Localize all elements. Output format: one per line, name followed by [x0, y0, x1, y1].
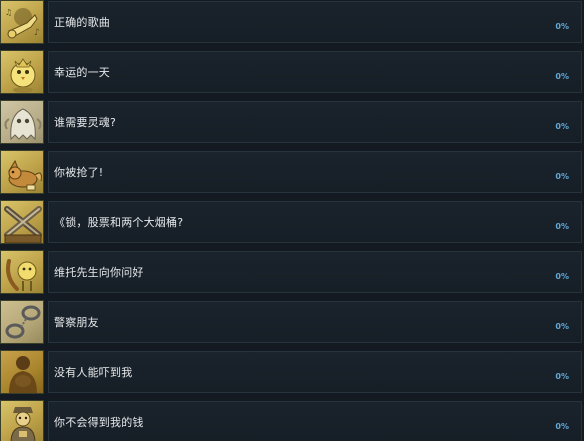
fox-icon	[0, 150, 44, 194]
achievement-title: 《锁，股票和两个大烟桶?	[54, 216, 184, 229]
unlock-percent: 0%	[555, 72, 569, 81]
achievement-row[interactable]: 你不会得到我的钱 0%	[0, 400, 582, 441]
achievement-panel: 警察朋友 0%	[48, 301, 582, 343]
unlock-percent: 0%	[555, 122, 569, 131]
achievement-panel: 你不会得到我的钱 0%	[48, 401, 582, 441]
achievement-title: 正确的歌曲	[54, 16, 110, 29]
unlock-percent: 0%	[555, 222, 569, 231]
achievement-list: ♪ ♫ 正确的歌曲 0% 幸运的一天 0% 谁需要灵魂? 0% 你被抢了! 0%…	[0, 0, 584, 441]
achievement-title: 幸运的一天	[54, 66, 110, 79]
svg-text:♫: ♫	[5, 8, 12, 17]
crossed-guns-icon	[0, 200, 44, 244]
svg-text:♪: ♪	[34, 28, 40, 38]
achievement-panel: 正确的歌曲 0%	[48, 1, 582, 43]
achievement-panel: 你被抢了! 0%	[48, 151, 582, 193]
handcuffs-icon	[0, 300, 44, 344]
achievement-row[interactable]: 你被抢了! 0%	[0, 150, 582, 194]
achievement-title: 谁需要灵魂?	[54, 116, 117, 129]
achievement-title: 警察朋友	[54, 316, 99, 329]
achievement-row[interactable]: 谁需要灵魂? 0%	[0, 100, 582, 144]
ghost-icon	[0, 100, 44, 144]
achievement-row[interactable]: 《锁，股票和两个大烟桶? 0%	[0, 200, 582, 244]
shadow-figure-icon	[0, 350, 44, 394]
achievement-row[interactable]: 警察朋友 0%	[0, 300, 582, 344]
unlock-percent: 0%	[555, 272, 569, 281]
achievement-title: 你不会得到我的钱	[54, 416, 144, 429]
achievement-panel: 《锁，股票和两个大烟桶? 0%	[48, 201, 582, 243]
achievement-row[interactable]: 幸运的一天 0%	[0, 50, 582, 94]
unlock-percent: 0%	[555, 372, 569, 381]
achievement-panel: 谁需要灵魂? 0%	[48, 101, 582, 143]
achievement-panel: 幸运的一天 0%	[48, 51, 582, 93]
achievement-row[interactable]: 没有人能吓到我 0%	[0, 350, 582, 394]
achievement-panel: 维托先生向你问好 0%	[48, 251, 582, 293]
trumpet-icon: ♪ ♫	[0, 0, 44, 44]
banana-icon	[0, 250, 44, 294]
achievement-title: 没有人能吓到我	[54, 366, 133, 379]
unlock-percent: 0%	[555, 172, 569, 181]
unlock-percent: 0%	[555, 322, 569, 331]
achievement-title: 你被抢了!	[54, 166, 104, 179]
achievement-row[interactable]: 维托先生向你问好 0%	[0, 250, 582, 294]
achievement-title: 维托先生向你问好	[54, 266, 144, 279]
achievement-row[interactable]: ♪ ♫ 正确的歌曲 0%	[0, 0, 582, 44]
achievement-panel: 没有人能吓到我 0%	[48, 351, 582, 393]
unlock-percent: 0%	[555, 422, 569, 431]
old-man-icon	[0, 400, 44, 441]
unlock-percent: 0%	[555, 22, 569, 31]
chick-icon	[0, 50, 44, 94]
